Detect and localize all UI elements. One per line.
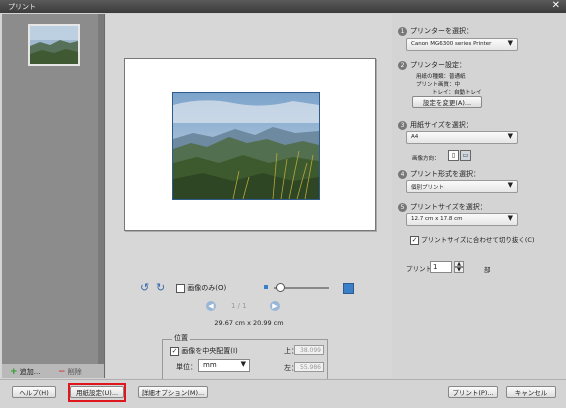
photo-preview[interactable] (172, 92, 320, 200)
crop-checkbox[interactable] (410, 235, 419, 245)
center-image-option[interactable]: 画像を中央配置(I) (170, 346, 238, 356)
step-number: 5 (398, 202, 407, 212)
preview-area: ↺ ↻ 画像のみ(O) ◀ 1 / 1 ▶ 29.67 cm x 20.99 c… (106, 14, 392, 388)
print-size-select[interactable]: 12.7 cm x 17.8 cm ▼ (406, 213, 518, 226)
image-only-label: 画像のみ(O) (187, 284, 227, 292)
top-field[interactable]: 38.099 (294, 345, 324, 355)
left-field[interactable]: 55.986 (294, 362, 324, 372)
thumbnail-panel: + 追加... − 削除 (2, 14, 105, 378)
chevron-down-icon: ▼ (507, 39, 513, 47)
position-title: 位置 (172, 333, 190, 343)
close-icon[interactable]: ✕ (552, 0, 560, 11)
copies-label: プリント (406, 265, 432, 273)
image-only-checkbox[interactable] (176, 283, 185, 293)
image-only-option[interactable]: 画像のみ(O) (176, 283, 226, 293)
page-indicator: 1 / 1 (231, 302, 247, 310)
minus-icon: − (58, 367, 66, 377)
step-label: プリンター設定： (410, 61, 466, 69)
paper-size-select[interactable]: A4 ▼ (406, 131, 518, 144)
paper-size-value: A4 (411, 134, 419, 140)
print-quality-info: プリント画質：中 (416, 82, 461, 88)
step-label: プリンターを選択： (410, 27, 473, 35)
rotate-right-icon[interactable]: ↻ (156, 281, 165, 294)
step-2: 2 プリンター設定： (398, 60, 466, 70)
step-number: 1 (398, 26, 407, 36)
title-bar: プリント ✕ (0, 0, 566, 13)
orientation-label: 画像方向： (412, 156, 440, 162)
step-number: 4 (398, 169, 407, 179)
step-label: 用紙サイズを選択： (410, 121, 473, 129)
printer-select[interactable]: Canon MG6300 series Printer ▼ (406, 38, 518, 51)
center-image-checkbox[interactable] (170, 346, 179, 356)
rotate-left-icon[interactable]: ↺ (140, 281, 149, 294)
page-setup-highlight (68, 383, 126, 402)
unit-select[interactable]: mm ▼ (198, 359, 250, 372)
print-type-value: 個別プリント (411, 185, 445, 191)
window-title: プリント (8, 3, 36, 11)
step-3: 3 用紙サイズを選択： (398, 120, 473, 130)
change-settings-button[interactable]: 設定を変更(A)... (412, 96, 482, 108)
chevron-down-icon: ▼ (240, 360, 246, 368)
paper-type-info: 用紙の種類：普通紙 (416, 74, 466, 80)
plus-icon: + (10, 367, 18, 377)
more-options-button[interactable]: 詳細オプション(M)... (138, 386, 208, 398)
remove-button[interactable]: − 削除 (58, 367, 82, 377)
zoom-out-icon[interactable] (264, 285, 268, 289)
print-type-select[interactable]: 個別プリント ▼ (406, 180, 518, 193)
copies-input[interactable]: 1 (430, 261, 452, 273)
photo-thumbnail[interactable] (28, 24, 80, 66)
step-number: 2 (398, 60, 407, 70)
chevron-down-icon: ▼ (507, 132, 513, 140)
printer-value: Canon MG6300 series Printer (411, 41, 492, 47)
step-label: プリントサイズを選択： (410, 203, 487, 211)
cancel-button[interactable]: キャンセル (506, 386, 556, 398)
portrait-icon[interactable]: ▯ (448, 150, 459, 161)
remove-label: 削除 (67, 368, 82, 376)
paper-preview (124, 58, 376, 231)
page-navigation: ◀ 1 / 1 ▶ (206, 301, 286, 313)
preview-controls: ↺ ↻ 画像のみ(O) (140, 281, 370, 295)
chevron-down-icon: ▼ (507, 181, 513, 189)
print-size-value: 12.7 cm x 17.8 cm (411, 216, 463, 222)
print-dimensions: 29.67 cm x 20.99 cm (214, 319, 284, 327)
thumbnail-toolbar: + 追加... − 削除 (2, 364, 104, 378)
crop-label: プリントサイズに合わせて切り抜く(C) (421, 236, 535, 244)
thumbnail-scrollbar[interactable] (98, 14, 104, 364)
prev-page-icon[interactable]: ◀ (206, 301, 216, 311)
tray-info: トレイ：自動トレイ (432, 90, 482, 96)
add-label: 追加... (19, 368, 41, 376)
landscape-icon[interactable]: ▭ (460, 150, 471, 161)
step-number: 3 (398, 120, 407, 130)
center-image-label: 画像を中央配置(I) (181, 347, 238, 355)
step-4: 4 プリント形式を選択： (398, 169, 480, 179)
copies-unit: 部 (484, 266, 491, 274)
add-button[interactable]: + 追加... (10, 367, 40, 377)
crop-option[interactable]: プリントサイズに合わせて切り抜く(C) (410, 234, 535, 245)
copies-down-icon[interactable]: ▼ (454, 267, 464, 273)
settings-panel: 1 プリンターを選択： Canon MG6300 series Printer ▼… (394, 14, 566, 378)
unit-label: 単位： (176, 363, 197, 371)
zoom-in-icon[interactable] (343, 283, 354, 294)
help-button[interactable]: ヘルプ(H) (12, 386, 56, 398)
step-5: 5 プリントサイズを選択： (398, 202, 487, 212)
unit-value: mm (203, 361, 217, 369)
step-label: プリント形式を選択： (410, 170, 480, 178)
print-button[interactable]: プリント(P)... (448, 386, 498, 398)
zoom-slider-handle[interactable] (276, 283, 285, 292)
chevron-down-icon: ▼ (507, 214, 513, 222)
next-page-icon[interactable]: ▶ (270, 301, 280, 311)
step-1: 1 プリンターを選択： (398, 26, 473, 36)
